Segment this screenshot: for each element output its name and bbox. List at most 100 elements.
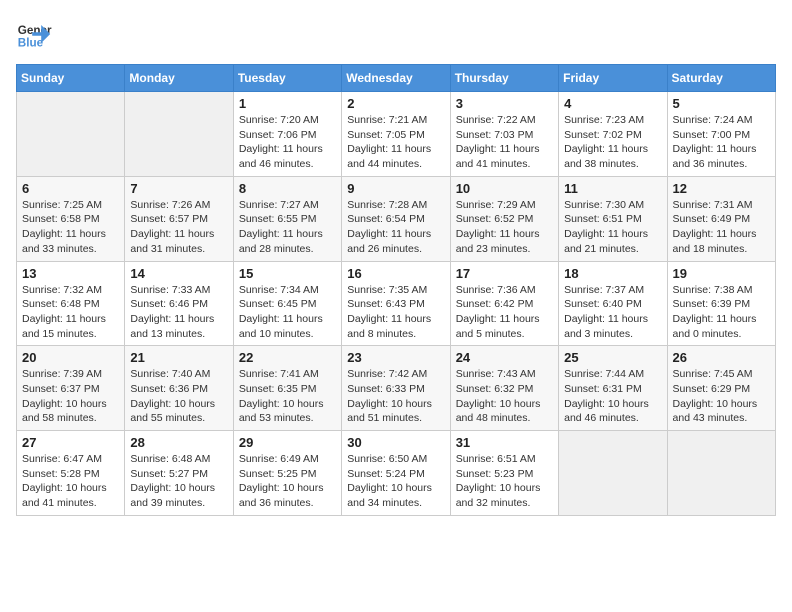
day-info: Sunrise: 7:37 AMSunset: 6:40 PMDaylight:… — [564, 283, 661, 342]
day-number: 9 — [347, 181, 444, 196]
calendar-cell: 30 Sunrise: 6:50 AMSunset: 5:24 PMDayligh… — [342, 431, 450, 516]
calendar-cell: 16 Sunrise: 7:35 AMSunset: 6:43 PMDayligh… — [342, 261, 450, 346]
calendar-cell: 17 Sunrise: 7:36 AMSunset: 6:42 PMDayligh… — [450, 261, 558, 346]
day-info: Sunrise: 7:41 AMSunset: 6:35 PMDaylight:… — [239, 367, 336, 426]
calendar-cell — [667, 431, 775, 516]
day-info: Sunrise: 7:31 AMSunset: 6:49 PMDaylight:… — [673, 198, 770, 257]
day-info: Sunrise: 7:32 AMSunset: 6:48 PMDaylight:… — [22, 283, 119, 342]
calendar-cell: 12Sunrise: 7:31 AMSunset: 6:49 PMDayligh… — [667, 176, 775, 261]
day-info: Sunrise: 7:29 AMSunset: 6:52 PMDaylight:… — [456, 198, 553, 257]
day-info: Sunrise: 7:26 AMSunset: 6:57 PMDaylight:… — [130, 198, 227, 257]
calendar-cell: 5Sunrise: 7:24 AMSunset: 7:00 PMDaylight… — [667, 92, 775, 177]
day-info: Sunrise: 7:42 AMSunset: 6:33 PMDaylight:… — [347, 367, 444, 426]
calendar-cell: 6Sunrise: 7:25 AMSunset: 6:58 PMDaylight… — [17, 176, 125, 261]
calendar-cell: 1 Sunrise: 7:20 AMSunset: 7:06 PMDaylight… — [233, 92, 341, 177]
calendar-cell: 26 Sunrise: 7:45 AMSunset: 6:29 PMDayligh… — [667, 346, 775, 431]
weekday-header: Tuesday — [233, 65, 341, 92]
calendar-cell — [17, 92, 125, 177]
calendar-cell: 21 Sunrise: 7:40 AMSunset: 6:36 PMDayligh… — [125, 346, 233, 431]
day-number: 11 — [564, 181, 661, 196]
day-number: 24 — [456, 350, 553, 365]
day-info: Sunrise: 7:43 AMSunset: 6:32 PMDaylight:… — [456, 367, 553, 426]
day-info: Sunrise: 7:20 AMSunset: 7:06 PMDaylight:… — [239, 113, 336, 172]
calendar-cell: 20 Sunrise: 7:39 AMSunset: 6:37 PMDayligh… — [17, 346, 125, 431]
day-number: 31 — [456, 435, 553, 450]
weekday-header: Monday — [125, 65, 233, 92]
calendar-cell: 19 Sunrise: 7:38 AMSunset: 6:39 PMDayligh… — [667, 261, 775, 346]
day-number: 8 — [239, 181, 336, 196]
day-info: Sunrise: 7:30 AMSunset: 6:51 PMDaylight:… — [564, 198, 661, 257]
logo-icon: General Blue — [16, 16, 52, 52]
calendar-cell — [559, 431, 667, 516]
day-info: Sunrise: 7:28 AMSunset: 6:54 PMDaylight:… — [347, 198, 444, 257]
calendar-cell: 25Sunrise: 7:44 AMSunset: 6:31 PMDayligh… — [559, 346, 667, 431]
day-number: 30 — [347, 435, 444, 450]
day-info: Sunrise: 7:25 AMSunset: 6:58 PMDaylight:… — [22, 198, 119, 257]
day-info: Sunrise: 7:38 AMSunset: 6:39 PMDaylight:… — [673, 283, 770, 342]
calendar-week-row: 13 Sunrise: 7:32 AMSunset: 6:48 PMDayligh… — [17, 261, 776, 346]
weekday-header-row: SundayMondayTuesdayWednesdayThursdayFrid… — [17, 65, 776, 92]
calendar-cell: 22 Sunrise: 7:41 AMSunset: 6:35 PMDayligh… — [233, 346, 341, 431]
calendar-cell — [125, 92, 233, 177]
day-info: Sunrise: 7:22 AMSunset: 7:03 PMDaylight:… — [456, 113, 553, 172]
day-info: Sunrise: 7:39 AMSunset: 6:37 PMDaylight:… — [22, 367, 119, 426]
day-info: Sunrise: 6:48 AMSunset: 5:27 PMDaylight:… — [130, 452, 227, 511]
day-info: Sunrise: 7:40 AMSunset: 6:36 PMDaylight:… — [130, 367, 227, 426]
day-number: 17 — [456, 266, 553, 281]
day-number: 3 — [456, 96, 553, 111]
calendar-week-row: 27 Sunrise: 6:47 AMSunset: 5:28 PMDayligh… — [17, 431, 776, 516]
weekday-header: Wednesday — [342, 65, 450, 92]
day-info: Sunrise: 7:21 AMSunset: 7:05 PMDaylight:… — [347, 113, 444, 172]
day-number: 20 — [22, 350, 119, 365]
day-info: Sunrise: 7:27 AMSunset: 6:55 PMDaylight:… — [239, 198, 336, 257]
calendar-cell: 4 Sunrise: 7:23 AMSunset: 7:02 PMDaylight… — [559, 92, 667, 177]
day-info: Sunrise: 7:33 AMSunset: 6:46 PMDaylight:… — [130, 283, 227, 342]
day-info: Sunrise: 6:50 AMSunset: 5:24 PMDaylight:… — [347, 452, 444, 511]
weekday-header: Saturday — [667, 65, 775, 92]
day-info: Sunrise: 6:47 AMSunset: 5:28 PMDaylight:… — [22, 452, 119, 511]
day-info: Sunrise: 7:34 AMSunset: 6:45 PMDaylight:… — [239, 283, 336, 342]
day-number: 16 — [347, 266, 444, 281]
day-number: 29 — [239, 435, 336, 450]
day-number: 19 — [673, 266, 770, 281]
day-info: Sunrise: 7:24 AMSunset: 7:00 PMDaylight:… — [673, 113, 770, 172]
day-number: 7 — [130, 181, 227, 196]
day-info: Sunrise: 6:51 AMSunset: 5:23 PMDaylight:… — [456, 452, 553, 511]
day-info: Sunrise: 7:44 AMSunset: 6:31 PMDaylight:… — [564, 367, 661, 426]
day-number: 28 — [130, 435, 227, 450]
calendar-cell: 31 Sunrise: 6:51 AMSunset: 5:23 PMDayligh… — [450, 431, 558, 516]
day-number: 23 — [347, 350, 444, 365]
calendar-week-row: 1 Sunrise: 7:20 AMSunset: 7:06 PMDaylight… — [17, 92, 776, 177]
calendar-table: SundayMondayTuesdayWednesdayThursdayFrid… — [16, 64, 776, 516]
day-info: Sunrise: 6:49 AMSunset: 5:25 PMDaylight:… — [239, 452, 336, 511]
day-number: 1 — [239, 96, 336, 111]
calendar-cell: 3 Sunrise: 7:22 AMSunset: 7:03 PMDaylight… — [450, 92, 558, 177]
day-number: 27 — [22, 435, 119, 450]
day-number: 21 — [130, 350, 227, 365]
day-number: 13 — [22, 266, 119, 281]
day-number: 4 — [564, 96, 661, 111]
day-info: Sunrise: 7:35 AMSunset: 6:43 PMDaylight:… — [347, 283, 444, 342]
calendar-cell: 29 Sunrise: 6:49 AMSunset: 5:25 PMDayligh… — [233, 431, 341, 516]
day-info: Sunrise: 7:36 AMSunset: 6:42 PMDaylight:… — [456, 283, 553, 342]
day-number: 26 — [673, 350, 770, 365]
calendar-week-row: 20 Sunrise: 7:39 AMSunset: 6:37 PMDayligh… — [17, 346, 776, 431]
day-info: Sunrise: 7:23 AMSunset: 7:02 PMDaylight:… — [564, 113, 661, 172]
weekday-header: Thursday — [450, 65, 558, 92]
day-number: 2 — [347, 96, 444, 111]
day-number: 14 — [130, 266, 227, 281]
weekday-header: Sunday — [17, 65, 125, 92]
day-number: 22 — [239, 350, 336, 365]
weekday-header: Friday — [559, 65, 667, 92]
logo: General Blue — [16, 16, 52, 52]
calendar-cell: 7 Sunrise: 7:26 AMSunset: 6:57 PMDaylight… — [125, 176, 233, 261]
day-info: Sunrise: 7:45 AMSunset: 6:29 PMDaylight:… — [673, 367, 770, 426]
calendar-cell: 11 Sunrise: 7:30 AMSunset: 6:51 PMDayligh… — [559, 176, 667, 261]
page-header: General Blue — [16, 16, 776, 52]
calendar-cell: 2 Sunrise: 7:21 AMSunset: 7:05 PMDaylight… — [342, 92, 450, 177]
calendar-cell: 13 Sunrise: 7:32 AMSunset: 6:48 PMDayligh… — [17, 261, 125, 346]
calendar-cell: 24 Sunrise: 7:43 AMSunset: 6:32 PMDayligh… — [450, 346, 558, 431]
day-number: 15 — [239, 266, 336, 281]
calendar-cell: 18Sunrise: 7:37 AMSunset: 6:40 PMDayligh… — [559, 261, 667, 346]
calendar-cell: 10Sunrise: 7:29 AMSunset: 6:52 PMDayligh… — [450, 176, 558, 261]
